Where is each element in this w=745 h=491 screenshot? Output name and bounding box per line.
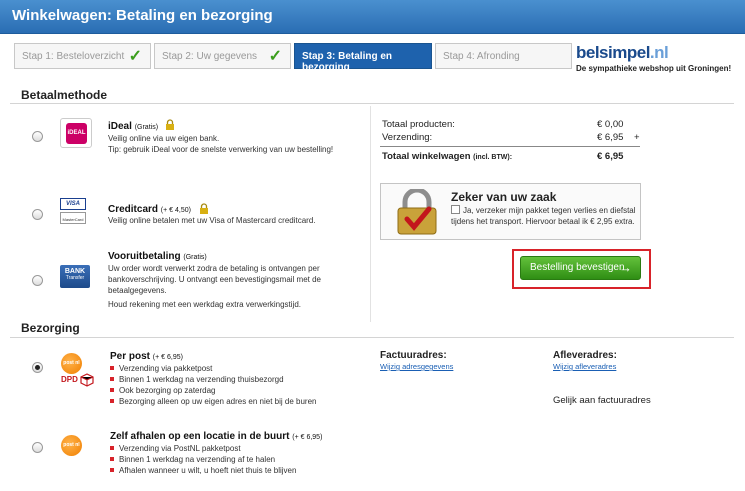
- dpd-logo: DPD: [61, 375, 78, 384]
- ideal-title: iDeal (Gratis): [108, 121, 158, 132]
- insurance-title: Zeker van uw zaak: [451, 190, 557, 204]
- delivery-heading: Bezorging: [21, 321, 80, 335]
- payment-heading: Betaalmethode: [21, 88, 108, 102]
- logo-tld: .nl: [649, 43, 669, 62]
- pickup-title: Zelf afhalen op een locatie in de buurt …: [110, 431, 322, 442]
- logo-name: belsimpel: [576, 43, 650, 62]
- bank-line-1: Uw order wordt verwerkt zodra de betalin…: [108, 264, 320, 273]
- ideal-icon: iDEAL: [60, 118, 92, 148]
- ideal-price: (Gratis): [134, 124, 159, 131]
- totals-divider: [380, 146, 640, 147]
- logo-tagline: De sympathieke webshop uit Groningen!: [576, 64, 732, 73]
- ideal-name: iDeal: [108, 121, 132, 132]
- plus-sign: +: [634, 132, 640, 143]
- divider: [10, 337, 734, 338]
- bank-transfer-icon: BANK Transfer: [60, 265, 90, 288]
- list-item: Binnen 1 werkdag na verzending af te hal…: [110, 454, 296, 465]
- step-2-label: Stap 2: Uw gegevens: [162, 51, 258, 62]
- shipping-address-value: Gelijk aan factuuradres: [553, 395, 651, 406]
- creditcard-name: Creditcard: [108, 204, 159, 215]
- column-divider: [370, 106, 371, 322]
- padlock-check-icon: [393, 187, 441, 240]
- creditcard-icon: VISA MasterCard: [60, 198, 86, 226]
- cart-total-note: (incl. BTW):: [473, 154, 513, 161]
- dpd-cube-icon: [80, 373, 94, 392]
- step-3: Stap 3: Betaling en bezorging: [294, 43, 432, 73]
- checkmark-icon: ✓: [268, 48, 282, 65]
- bank-transfer-name: Vooruitbetaling: [108, 251, 181, 262]
- page-header: Winkelwagen: Betaling en bezorging: [0, 0, 745, 34]
- page-title: Winkelwagen: Betaling en bezorging: [12, 7, 273, 24]
- mastercard-logo: MasterCard: [60, 212, 86, 224]
- ideal-description: Veilig online via uw eigen bank. Tip: geb…: [108, 133, 333, 155]
- transfer-logo-text: Transfer: [65, 275, 85, 281]
- edit-billing-address-link[interactable]: Wijzig adresgegevens: [380, 362, 453, 371]
- bank-line-2: bankoverschrijving. U ontvangt een beves…: [108, 275, 322, 284]
- step-4-label: Stap 4: Afronding: [443, 51, 520, 62]
- confirm-order-button[interactable]: Bestelling bevestigen →: [520, 256, 641, 280]
- ideal-line-1: Veilig online via uw eigen bank.: [108, 134, 220, 143]
- step-3-label: Stap 3: Betaling en bezorging: [302, 51, 393, 73]
- ideal-logo-text: iDEAL: [66, 123, 87, 144]
- belsimpel-logo[interactable]: belsimpel.nl De sympathieke webshop uit …: [576, 43, 731, 73]
- bank-logo-text: BANK: [64, 268, 86, 275]
- bank-line-4: Houd rekening met een werkdag extra verw…: [108, 300, 301, 309]
- ideal-line-2: Tip: gebruik iDeal voor de snelste verwe…: [108, 145, 334, 154]
- checkmark-icon: ✓: [128, 48, 142, 65]
- step-1-label: Stap 1: Besteloverzicht: [22, 51, 125, 62]
- insurance-text: Ja, verzeker mijn pakket tegen verlies e…: [451, 206, 636, 226]
- ideal-radio[interactable]: [32, 131, 43, 142]
- bank-transfer-price: (Gratis): [183, 254, 207, 261]
- list-item: Verzending via pakketpost: [110, 363, 316, 374]
- insurance-box: Zeker van uw zaak Ja, verzeker mijn pakk…: [380, 183, 641, 240]
- shipping-label: Verzending:: [382, 132, 433, 143]
- shipping-value: € 6,95: [597, 132, 624, 143]
- insurance-text-wrap: Ja, verzeker mijn pakket tegen verlies e…: [451, 205, 637, 227]
- products-total-label: Totaal producten:: [382, 119, 455, 130]
- confirm-order-label: Bestelling bevestigen: [530, 262, 625, 273]
- postnl-logo: post nl: [61, 435, 82, 456]
- bank-transfer-radio[interactable]: [32, 275, 43, 286]
- list-item: Binnen 1 werkdag na verzending thuisbezo…: [110, 374, 316, 385]
- divider: [10, 103, 734, 104]
- bank-transfer-description: Uw order wordt verwerkt zodra de betalin…: [108, 263, 358, 310]
- per-post-title: Per post (+ € 6,95): [110, 351, 183, 362]
- pickup-name: Zelf afhalen op een locatie in de buurt: [110, 431, 290, 442]
- insurance-checkbox[interactable]: [451, 205, 460, 214]
- creditcard-radio[interactable]: [32, 209, 43, 220]
- list-item: Bezorging alleen op uw eigen adres en ni…: [110, 396, 316, 407]
- step-4: Stap 4: Afronding: [435, 43, 572, 69]
- visa-logo: VISA: [60, 198, 86, 210]
- step-1[interactable]: Stap 1: Besteloverzicht ✓: [14, 43, 151, 69]
- cart-total-label: Totaal winkelwagen (incl. BTW):: [382, 151, 512, 162]
- per-post-radio[interactable]: [32, 362, 43, 373]
- list-item: Afhalen wanneer u wilt, u hoeft niet thu…: [110, 465, 296, 476]
- postnl-logo: post nl: [61, 353, 82, 374]
- creditcard-title: Creditcard (+ € 4,50): [108, 204, 191, 215]
- per-post-name: Per post: [110, 351, 151, 362]
- pickup-price: (+ € 6,95): [292, 434, 323, 441]
- step-2[interactable]: Stap 2: Uw gegevens ✓: [154, 43, 291, 69]
- arrow-right-icon: →: [619, 260, 632, 275]
- per-post-bullets: Verzending via pakketpost Binnen 1 werkd…: [110, 363, 316, 407]
- creditcard-price: (+ € 4,50): [160, 207, 191, 214]
- bank-transfer-title: Vooruitbetaling (Gratis): [108, 251, 207, 262]
- products-total-value: € 0,00: [597, 119, 624, 130]
- pickup-bullets: Verzending via PostNL pakketpost Binnen …: [110, 443, 296, 476]
- cart-total-text: Totaal winkelwagen: [382, 151, 471, 162]
- pickup-radio[interactable]: [32, 442, 43, 453]
- per-post-price: (+ € 6,95): [152, 354, 183, 361]
- creditcard-description: Veilig online betalen met uw Visa of Mas…: [108, 216, 316, 225]
- bank-line-3: betaalgegevens.: [108, 286, 167, 295]
- list-item: Ook bezorging op zaterdag: [110, 385, 316, 396]
- list-item: Verzending via PostNL pakketpost: [110, 443, 296, 454]
- edit-shipping-address-link[interactable]: Wijzig afleveradres: [553, 362, 616, 371]
- cart-total-value: € 6,95: [597, 151, 624, 162]
- billing-address-title: Factuuradres:: [380, 350, 447, 361]
- shipping-address-title: Afleveradres:: [553, 350, 617, 361]
